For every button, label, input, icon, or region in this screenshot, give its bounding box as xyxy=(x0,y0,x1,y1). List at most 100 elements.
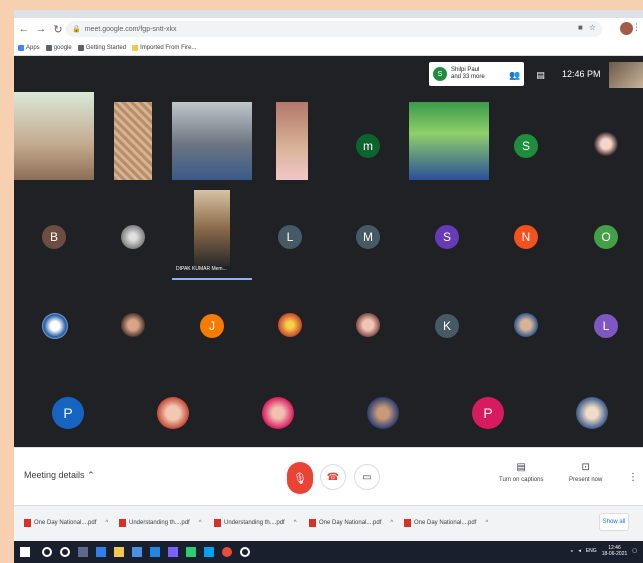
participant-photo[interactable] xyxy=(594,132,618,156)
camera-button[interactable]: ▭ xyxy=(354,464,380,490)
chevron-up-icon[interactable]: ^ xyxy=(105,520,108,526)
download-item[interactable]: One Day National....pdf ^ xyxy=(24,519,108,527)
app-icon[interactable] xyxy=(186,547,196,557)
app-icon[interactable] xyxy=(204,547,214,557)
taskbar-clock[interactable]: 12:46 18-06-2021 xyxy=(602,545,628,557)
participant-video[interactable] xyxy=(276,102,308,180)
network-icon[interactable]: ◒ xyxy=(570,548,573,554)
speaker-name-tag: DIPAK KUMAR Mem... xyxy=(176,266,227,272)
participant-photo[interactable] xyxy=(367,397,399,429)
download-item[interactable]: Understanding th....pdf ^ xyxy=(119,519,202,527)
download-item[interactable]: Understanding th....pdf ^ xyxy=(214,519,297,527)
participant-avatar[interactable]: K xyxy=(435,314,459,338)
participant-photo[interactable] xyxy=(262,397,294,429)
download-item[interactable]: One Day National....pdf ^ xyxy=(404,519,488,527)
participant-video[interactable] xyxy=(114,102,152,180)
file-explorer-icon[interactable] xyxy=(114,547,124,557)
show-all-button[interactable]: Show all xyxy=(599,513,629,531)
hangup-icon: ☎ xyxy=(326,471,340,483)
mail-icon[interactable] xyxy=(150,547,160,557)
task-view-icon[interactable] xyxy=(78,547,88,557)
app-icon[interactable] xyxy=(240,547,250,557)
chrome-menu-icon[interactable]: ⋮ xyxy=(632,22,641,33)
notifications-icon[interactable]: ▢ xyxy=(632,548,637,554)
participant-avatar[interactable]: L xyxy=(278,225,302,249)
participant-photo[interactable] xyxy=(514,313,538,337)
present-icon: ⊡ xyxy=(581,462,590,473)
participant-avatar[interactable]: P xyxy=(472,397,504,429)
volume-icon[interactable]: ◂ xyxy=(578,548,581,554)
participant-avatar[interactable]: m xyxy=(356,134,380,158)
edge-icon[interactable] xyxy=(96,547,106,557)
firefox-icon xyxy=(77,44,84,51)
participant-avatar[interactable]: B xyxy=(42,225,66,249)
participant-avatar[interactable]: O xyxy=(594,225,618,249)
meet-top-bar: S Shilpi Paul and 33 more 👥 ▤ 12:46 PM xyxy=(14,56,643,92)
camera-icon: ▭ xyxy=(362,471,372,483)
browser-toolbar: ← → ↻ 🔒 meet.google.com/fgp-sntt-xkx ■ ☆… xyxy=(14,18,643,40)
chevron-up-icon: ⌃ xyxy=(87,470,95,480)
people-icon[interactable]: 👥 xyxy=(509,70,520,81)
participant-avatar[interactable]: N xyxy=(514,225,538,249)
participant-avatar: S xyxy=(433,67,447,81)
active-speaker-video[interactable] xyxy=(194,190,230,266)
more-options-icon[interactable]: ⋮ xyxy=(628,472,638,483)
present-button[interactable]: ⊡ Present now xyxy=(569,462,602,483)
participant-video[interactable] xyxy=(172,102,252,180)
participant-photo[interactable] xyxy=(278,313,302,337)
participant-avatar[interactable]: P xyxy=(52,397,84,429)
participant-video[interactable] xyxy=(409,102,489,180)
store-icon[interactable] xyxy=(132,547,142,557)
participant-photo[interactable] xyxy=(157,397,189,429)
participant-avatar[interactable]: J xyxy=(200,314,224,338)
participant-more: and 33 more xyxy=(451,74,485,80)
chevron-up-icon[interactable]: ^ xyxy=(294,520,297,526)
participant-photo[interactable] xyxy=(121,313,145,337)
download-item[interactable]: One Day National....pdf ^ xyxy=(309,519,393,527)
url-text: meet.google.com/fgp-sntt-xkx xyxy=(84,25,177,33)
participant-avatar[interactable]: L xyxy=(594,314,618,338)
participant-avatar[interactable]: S xyxy=(514,134,538,158)
meeting-details-button[interactable]: Meeting details ⌃ xyxy=(24,470,95,481)
cortana-icon[interactable] xyxy=(60,547,70,557)
bookmark-apps[interactable]: Apps xyxy=(18,44,40,51)
participant-photo[interactable] xyxy=(121,225,145,249)
chevron-up-icon[interactable]: ^ xyxy=(390,520,393,526)
chrome-icon[interactable] xyxy=(222,547,232,557)
participant-avatar[interactable]: M xyxy=(356,225,380,249)
captions-icon: ▤ xyxy=(516,462,526,473)
leave-call-button[interactable]: ☎ xyxy=(320,464,346,490)
bookmark-getting-started[interactable]: Getting Started xyxy=(77,44,126,51)
camera-permission-icon[interactable]: ■ xyxy=(578,23,583,32)
participant-photo[interactable] xyxy=(356,313,380,337)
bookmark-google[interactable]: google xyxy=(45,44,72,51)
participant-avatar[interactable]: S xyxy=(435,225,459,249)
pdf-icon xyxy=(404,519,411,527)
meet-clock: 12:46 PM xyxy=(562,69,601,79)
app-icon[interactable] xyxy=(168,547,178,557)
bookmark-imported[interactable]: Imported From Fire... xyxy=(132,44,196,51)
participant-photo[interactable] xyxy=(576,397,608,429)
participant-video[interactable] xyxy=(14,92,94,180)
forward-icon[interactable]: → xyxy=(34,22,48,36)
language-indicator[interactable]: ENG xyxy=(586,548,597,554)
back-icon[interactable]: ← xyxy=(17,22,31,36)
address-bar[interactable]: 🔒 meet.google.com/fgp-sntt-xkx ■ ☆ xyxy=(66,21,602,37)
mic-off-button[interactable]: 🎙 xyxy=(287,462,313,494)
chat-icon[interactable]: ▤ xyxy=(536,70,545,81)
participant-photo[interactable] xyxy=(42,313,68,339)
captions-button[interactable]: ▤ Turn on captions xyxy=(499,462,543,483)
chevron-up-icon[interactable]: ^ xyxy=(199,520,202,526)
search-icon[interactable] xyxy=(42,547,52,557)
self-view-thumbnail[interactable] xyxy=(609,62,643,88)
downloads-shelf: One Day National....pdf ^ Understanding t… xyxy=(14,505,643,541)
reload-icon[interactable]: ↻ xyxy=(51,22,65,36)
active-speaker-bar xyxy=(172,278,252,280)
windows-start-icon[interactable] xyxy=(20,547,30,557)
pdf-icon xyxy=(309,519,316,527)
bookmark-star-icon[interactable]: ☆ xyxy=(589,23,596,32)
mic-off-icon: 🎙 xyxy=(293,472,307,485)
screen-frame: ← → ↻ 🔒 meet.google.com/fgp-sntt-xkx ■ ☆… xyxy=(14,10,643,563)
google-icon xyxy=(45,44,52,51)
chevron-up-icon[interactable]: ^ xyxy=(485,520,488,526)
